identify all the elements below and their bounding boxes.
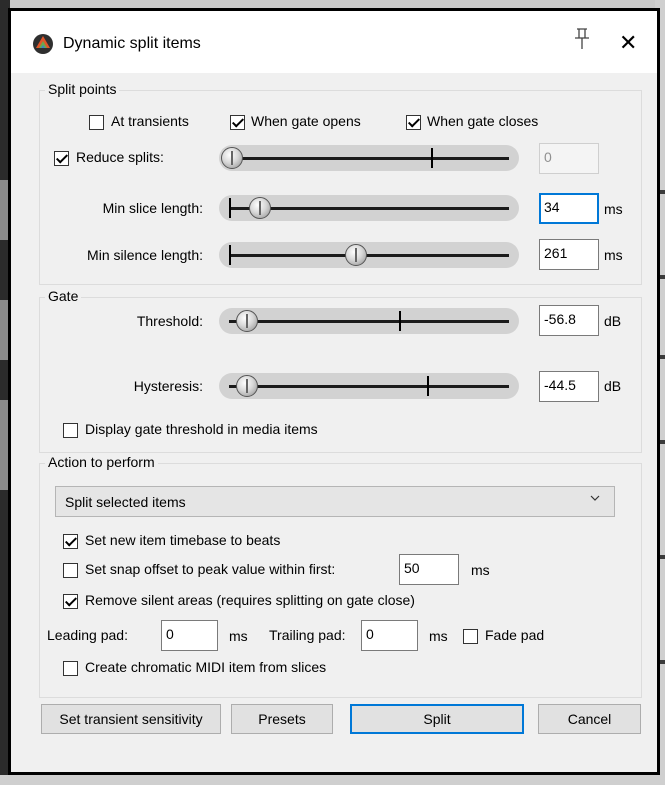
leading-pad-field[interactable]: 0 xyxy=(161,620,218,651)
reduce-splits-checkbox[interactable] xyxy=(54,151,69,166)
trailing-pad-field[interactable]: 0 xyxy=(361,620,418,651)
set-timebase-beats-label: Set new item timebase to beats xyxy=(85,532,281,548)
reaper-logo-icon xyxy=(33,34,53,54)
when-gate-opens-label: When gate opens xyxy=(251,113,361,129)
when-gate-opens-checkbox[interactable] xyxy=(230,115,245,130)
min-silence-length-label: Min silence length: xyxy=(87,247,203,263)
hysteresis-unit: dB xyxy=(604,378,622,394)
background-track-strip xyxy=(0,0,10,785)
min-silence-length-slider[interactable] xyxy=(219,242,519,268)
when-gate-closes-label: When gate closes xyxy=(427,113,539,129)
slider-knob[interactable] xyxy=(249,197,271,219)
gate-label: Gate xyxy=(45,288,82,304)
action-dropdown-value: Split selected items xyxy=(65,494,186,510)
trailing-pad-label: Trailing pad: xyxy=(269,627,346,643)
slider-default-tick xyxy=(399,311,401,331)
hysteresis-slider[interactable] xyxy=(219,373,519,399)
reduce-splits-label: Reduce splits: xyxy=(76,149,164,165)
slider-knob[interactable] xyxy=(221,147,243,169)
reduce-splits-slider[interactable] xyxy=(219,145,519,171)
at-transients-checkbox[interactable] xyxy=(89,115,104,130)
slider-default-tick xyxy=(427,376,429,396)
slider-track xyxy=(229,207,509,210)
split-button[interactable]: Split xyxy=(350,704,524,734)
cancel-button[interactable]: Cancel xyxy=(538,704,641,734)
slider-track xyxy=(229,320,509,323)
chevron-down-icon xyxy=(590,495,600,501)
threshold-label: Threshold: xyxy=(136,313,203,329)
fade-pad-label: Fade pad xyxy=(485,627,545,643)
slider-default-tick xyxy=(229,245,231,265)
threshold-field[interactable]: -56.8 xyxy=(539,305,599,336)
min-slice-length-field[interactable]: 34 xyxy=(539,193,599,224)
snap-offset-label: Set snap offset to peak value within fir… xyxy=(85,561,336,577)
snap-offset-field[interactable]: 50 xyxy=(399,554,459,585)
hysteresis-label: Hysteresis: xyxy=(133,378,203,394)
slider-track xyxy=(229,157,509,160)
slider-track xyxy=(229,254,509,257)
slider-default-tick xyxy=(229,198,231,218)
remove-silent-areas-label: Remove silent areas (requires splitting … xyxy=(85,592,415,608)
window-title: Dynamic split items xyxy=(63,35,201,52)
fade-pad-checkbox[interactable] xyxy=(463,629,478,644)
min-slice-length-slider[interactable] xyxy=(219,195,519,221)
split-points-label: Split points xyxy=(45,81,120,97)
slider-default-tick xyxy=(431,148,433,168)
pin-icon[interactable] xyxy=(571,27,593,51)
slider-knob[interactable] xyxy=(236,375,258,397)
background-bottom-strip xyxy=(0,775,665,785)
chromatic-midi-checkbox[interactable] xyxy=(63,661,78,676)
slider-knob[interactable] xyxy=(345,244,367,266)
min-silence-length-field[interactable]: 261 xyxy=(539,239,599,270)
remove-silent-areas-checkbox[interactable] xyxy=(63,594,78,609)
at-transients-label: At transients xyxy=(111,113,189,129)
reduce-splits-value-field[interactable]: 0 xyxy=(539,143,599,174)
display-gate-threshold-checkbox[interactable] xyxy=(63,423,78,438)
snap-offset-unit: ms xyxy=(471,562,490,578)
set-transient-sensitivity-button[interactable]: Set transient sensitivity xyxy=(41,704,221,734)
presets-button[interactable]: Presets xyxy=(231,704,333,734)
trailing-pad-unit: ms xyxy=(429,628,448,644)
threshold-slider[interactable] xyxy=(219,308,519,334)
title-bar[interactable]: Dynamic split items ✕ xyxy=(11,11,657,73)
chromatic-midi-label: Create chromatic MIDI item from slices xyxy=(85,659,327,675)
leading-pad-label: Leading pad: xyxy=(47,627,128,643)
threshold-unit: dB xyxy=(604,313,622,329)
action-dropdown[interactable]: Split selected items xyxy=(55,486,615,517)
min-slice-length-unit: ms xyxy=(604,201,623,217)
slider-track xyxy=(229,385,509,388)
leading-pad-unit: ms xyxy=(229,628,248,644)
close-icon[interactable]: ✕ xyxy=(619,32,637,54)
hysteresis-field[interactable]: -44.5 xyxy=(539,371,599,402)
when-gate-closes-checkbox[interactable] xyxy=(406,115,421,130)
slider-knob[interactable] xyxy=(236,310,258,332)
min-silence-length-unit: ms xyxy=(604,247,623,263)
set-timebase-beats-checkbox[interactable] xyxy=(63,534,78,549)
dynamic-split-dialog: Dynamic split items ✕ Split points At tr… xyxy=(10,10,658,773)
min-slice-length-label: Min slice length: xyxy=(102,200,203,216)
display-gate-threshold-label: Display gate threshold in media items xyxy=(85,421,318,437)
action-label: Action to perform xyxy=(45,454,158,470)
snap-offset-checkbox[interactable] xyxy=(63,563,78,578)
